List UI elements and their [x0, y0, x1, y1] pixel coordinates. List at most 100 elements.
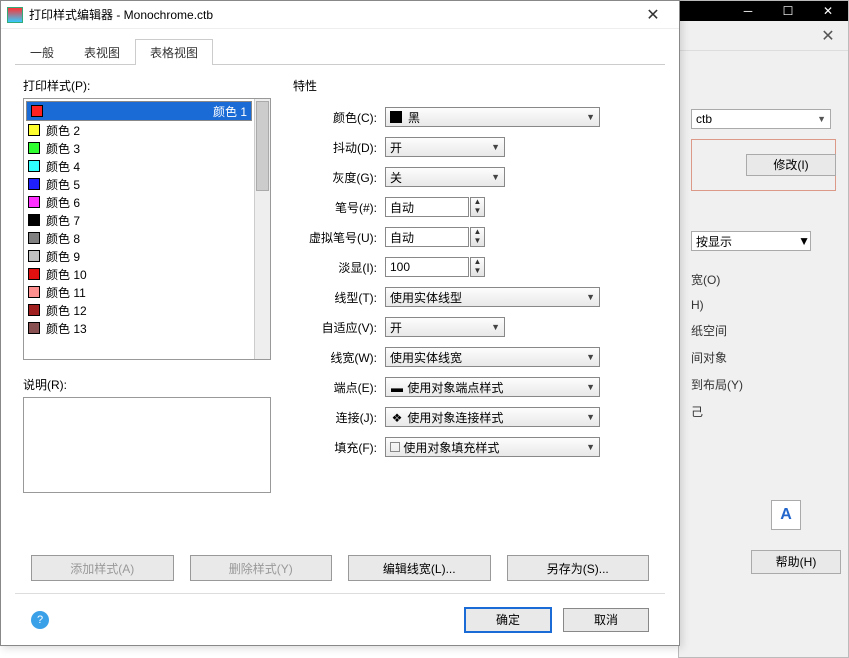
- color-swatch-icon: [31, 105, 43, 117]
- plot-styles-label: 打印样式(P):: [23, 77, 271, 94]
- description-input[interactable]: [23, 397, 271, 493]
- display-select[interactable]: 按显示 ▼: [691, 231, 811, 251]
- chevron-down-icon: ▼: [798, 234, 810, 248]
- titlebar: 打印样式编辑器 - Monochrome.ctb ✕: [1, 1, 679, 29]
- close-icon[interactable]: ✕: [633, 5, 673, 25]
- maximize-icon[interactable]: ☐: [768, 4, 808, 18]
- list-item[interactable]: 颜色 9: [26, 247, 252, 265]
- pen-input[interactable]: [385, 197, 469, 217]
- list-item-label: 颜色 5: [46, 176, 80, 193]
- list-item[interactable]: 颜色 12: [26, 301, 252, 319]
- dither-select[interactable]: 开▼: [385, 137, 505, 157]
- screen-stepper[interactable]: ▲▼: [385, 257, 469, 277]
- save-as-button[interactable]: 另存为(S)...: [507, 555, 650, 581]
- ctb-select[interactable]: ctb ▼: [691, 109, 831, 129]
- list-item-label: 颜色 3: [46, 140, 80, 157]
- lwt-select[interactable]: 使用实体线宽▼: [385, 347, 600, 367]
- chevron-down-icon: ▼: [586, 412, 595, 422]
- join-select[interactable]: ❖ 使用对象连接样式▼: [385, 407, 600, 427]
- ctb-select-text: ctb: [696, 112, 712, 126]
- opt[interactable]: 宽(O): [691, 271, 836, 288]
- opt[interactable]: 间对象: [691, 349, 836, 366]
- list-item-label: 颜色 2: [46, 122, 80, 139]
- vpen-input[interactable]: [385, 227, 469, 247]
- description-label: 说明(R):: [23, 376, 271, 393]
- color-swatch-icon: [28, 250, 40, 262]
- display-select-text: 按显示: [696, 233, 732, 250]
- gray-label: 灰度(G):: [293, 169, 385, 186]
- opt[interactable]: 己: [691, 403, 836, 420]
- scrollbar-thumb[interactable]: [256, 101, 269, 191]
- chevron-down-icon: ▼: [586, 442, 595, 452]
- spin-down-icon: ▼: [471, 267, 484, 276]
- add-style-button: 添加样式(A): [31, 555, 174, 581]
- chevron-down-icon: ▼: [491, 322, 500, 332]
- cancel-button[interactable]: 取消: [563, 608, 649, 632]
- modify-button[interactable]: 修改(I): [746, 154, 836, 176]
- list-item[interactable]: 颜色 7: [26, 211, 252, 229]
- tabstrip: 一般 表视图 表格视图: [15, 39, 665, 65]
- chevron-down-icon: ▼: [491, 172, 500, 182]
- end-select[interactable]: ▬ 使用对象端点样式▼: [385, 377, 600, 397]
- ok-button[interactable]: 确定: [465, 608, 551, 632]
- gray-select[interactable]: 关▼: [385, 167, 505, 187]
- list-item-label: 颜色 7: [46, 212, 80, 229]
- dither-label: 抖动(D):: [293, 139, 385, 156]
- fill-select[interactable]: 使用对象填充样式▼: [385, 437, 600, 457]
- screen-input[interactable]: [385, 257, 469, 277]
- list-item[interactable]: 颜色 6: [26, 193, 252, 211]
- sub-close-icon[interactable]: ✕: [808, 26, 848, 46]
- chevron-down-icon: ▼: [586, 382, 595, 392]
- opt[interactable]: 纸空间: [691, 322, 836, 339]
- list-item[interactable]: 颜色 13: [26, 319, 252, 337]
- parent-titlebar: ─ ☐ ✕: [679, 1, 848, 21]
- list-item[interactable]: 颜色 2: [26, 121, 252, 139]
- list-item-label: 颜色 8: [46, 230, 80, 247]
- close-icon[interactable]: ✕: [808, 4, 848, 18]
- list-item[interactable]: 颜色 10: [26, 265, 252, 283]
- delete-style-button: 删除样式(Y): [190, 555, 333, 581]
- properties-group-title: 特性: [293, 77, 657, 94]
- list-item[interactable]: 颜色 11: [26, 283, 252, 301]
- help-icon[interactable]: ?: [31, 611, 49, 629]
- ltype-label: 线型(T):: [293, 289, 385, 306]
- color-select[interactable]: 黑▼: [385, 107, 600, 127]
- list-item-label: 颜色 13: [46, 320, 87, 337]
- list-item-label: 颜色 12: [46, 302, 87, 319]
- list-item[interactable]: 颜色 3: [26, 139, 252, 157]
- vpen-stepper[interactable]: ▲▼: [385, 227, 469, 247]
- scrollbar[interactable]: [254, 99, 270, 359]
- help-button[interactable]: 帮助(H): [751, 550, 841, 574]
- endcap-icon: ▬: [390, 381, 404, 395]
- tab-table-view[interactable]: 表格视图: [135, 39, 213, 65]
- color-swatch-icon: [28, 286, 40, 298]
- font-a-icon[interactable]: A: [771, 500, 801, 530]
- modify-box: 修改(I): [691, 139, 836, 191]
- opt[interactable]: H): [691, 298, 836, 312]
- list-item-label: 颜色 10: [46, 266, 87, 283]
- join-icon: ❖: [390, 411, 404, 425]
- fill-label: 填充(F):: [293, 439, 385, 456]
- list-item[interactable]: 颜色 8: [26, 229, 252, 247]
- ltype-select[interactable]: 使用实体线型▼: [385, 287, 600, 307]
- plot-styles-list[interactable]: 颜色 1颜色 2颜色 3颜色 4颜色 5颜色 6颜色 7颜色 8颜色 9颜色 1…: [23, 98, 271, 360]
- adapt-select[interactable]: 开▼: [385, 317, 505, 337]
- list-item[interactable]: 颜色 1: [26, 101, 252, 121]
- dialog-title: 打印样式编辑器 - Monochrome.ctb: [29, 6, 633, 23]
- color-swatch-icon: [28, 124, 40, 136]
- edit-lineweight-button[interactable]: 编辑线宽(L)...: [348, 555, 491, 581]
- color-swatch-icon: [28, 142, 40, 154]
- spin-buttons[interactable]: ▲▼: [470, 257, 485, 277]
- tab-general[interactable]: 一般: [15, 39, 69, 65]
- minimize-icon[interactable]: ─: [728, 4, 768, 18]
- list-item-label: 颜色 9: [46, 248, 80, 265]
- spin-buttons[interactable]: ▲▼: [470, 197, 485, 217]
- pen-stepper[interactable]: ▲▼: [385, 197, 469, 217]
- tab-form-view[interactable]: 表视图: [69, 39, 135, 65]
- spin-buttons[interactable]: ▲▼: [470, 227, 485, 247]
- color-label: 颜色(C):: [293, 109, 385, 126]
- list-item[interactable]: 颜色 5: [26, 175, 252, 193]
- list-item[interactable]: 颜色 4: [26, 157, 252, 175]
- chevron-down-icon: ▼: [491, 142, 500, 152]
- opt[interactable]: 到布局(Y): [691, 376, 836, 393]
